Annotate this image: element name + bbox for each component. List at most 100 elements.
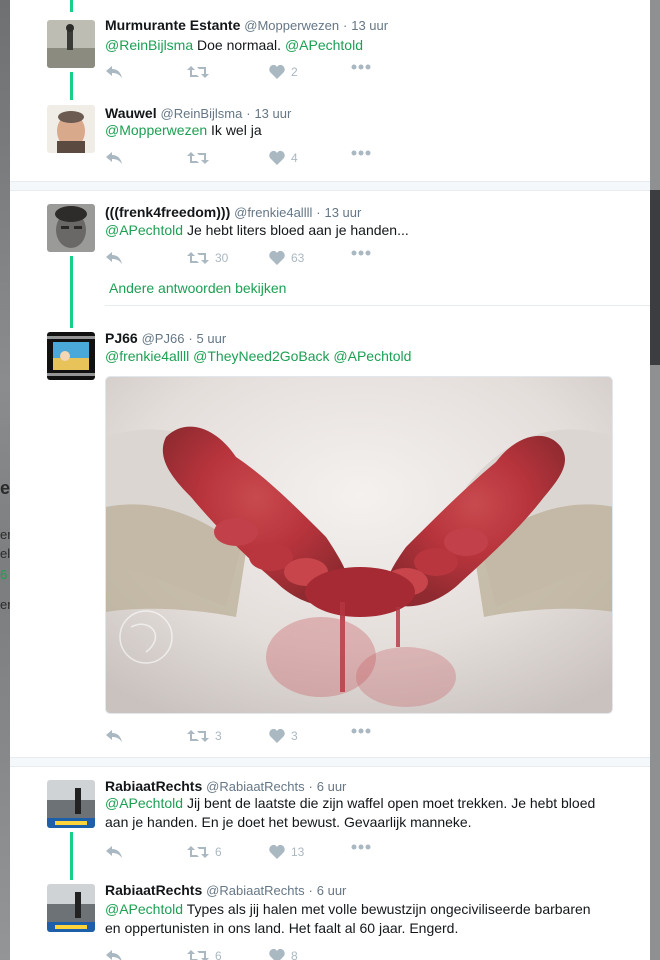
heart-icon <box>269 728 285 743</box>
tweet[interactable]: (((frenk4freedom))) @frenkie4allll · 13 … <box>10 192 650 328</box>
heart-icon <box>269 64 285 79</box>
mention-link[interactable]: @APechtold <box>105 795 183 811</box>
tweet[interactable]: Murmurante Estante @Mopperwezen · 13 uur… <box>10 0 650 100</box>
user-name[interactable]: (((frenk4freedom))) <box>105 204 230 220</box>
retweet-count: 6 <box>215 949 222 960</box>
tweet-text: @APechtold Types als jij halen met volle… <box>105 900 615 938</box>
view-more-replies-link[interactable]: Andere antwoorden bekijken <box>109 280 286 296</box>
tweet-time[interactable]: 13 uur <box>351 18 388 33</box>
retweet-button[interactable] <box>187 150 215 166</box>
reply-button[interactable] <box>105 948 123 960</box>
conversation-separator <box>10 757 650 767</box>
mention-link[interactable]: @APechtold <box>105 901 183 917</box>
like-button[interactable]: 63 <box>269 250 304 265</box>
tweet-actions: 6 8 <box>105 948 405 960</box>
tweet-time[interactable]: 5 uur <box>197 331 227 346</box>
retweet-button[interactable]: 6 <box>187 948 222 960</box>
retweet-icon <box>187 846 209 858</box>
tweet-time[interactable]: 13 uur <box>254 106 291 121</box>
mention-link[interactable]: @frenkie4allll <box>105 348 189 364</box>
tweet-media-image[interactable] <box>105 376 613 714</box>
user-name[interactable]: RabiaatRechts <box>105 778 202 794</box>
reply-button[interactable] <box>105 250 123 266</box>
avatar[interactable] <box>47 332 95 380</box>
more-icon <box>351 250 371 256</box>
mention-link[interactable]: @APechtold <box>285 37 363 53</box>
background-page-right <box>650 0 660 960</box>
reply-button[interactable] <box>105 64 123 80</box>
user-handle[interactable]: @RabiaatRechts <box>206 883 304 898</box>
tweet[interactable]: RabiaatRechts @RabiaatRechts · 6 uur @AP… <box>10 872 650 960</box>
more-button[interactable] <box>351 250 371 256</box>
like-count: 3 <box>291 728 298 743</box>
like-button[interactable]: 4 <box>269 150 298 165</box>
reply-icon <box>106 950 122 960</box>
mention-link[interactable]: @APechtold <box>105 222 183 238</box>
tweet[interactable]: PJ66 @PJ66 · 5 uur @frenkie4allll @TheyN… <box>10 306 650 756</box>
reply-button[interactable] <box>105 844 123 860</box>
time-separator: · <box>246 106 251 121</box>
tweet-body: Ik wel ja <box>211 122 262 138</box>
retweet-count: 6 <box>215 845 222 859</box>
more-icon <box>351 728 371 734</box>
tweet-time[interactable]: 13 uur <box>324 205 361 220</box>
tweet[interactable]: RabiaatRechts @RabiaatRechts · 6 uur @AP… <box>10 768 650 880</box>
more-button[interactable] <box>351 64 371 70</box>
avatar[interactable] <box>47 884 95 932</box>
reply-button[interactable] <box>105 728 123 744</box>
tweet-body: Types als jij halen met volle bewustzijn… <box>186 901 591 917</box>
retweet-button[interactable]: 30 <box>187 250 228 266</box>
user-name[interactable]: Wauwel <box>105 105 157 121</box>
reply-icon <box>106 152 122 164</box>
tweet-text: @Mopperwezen Ik wel ja <box>105 121 615 140</box>
reply-icon <box>106 846 122 858</box>
avatar[interactable] <box>47 204 95 252</box>
mention-link[interactable]: @TheyNeed2GoBack <box>193 348 329 364</box>
avatar[interactable] <box>47 780 95 828</box>
like-count: 4 <box>291 150 298 165</box>
like-button[interactable]: 8 <box>269 948 298 960</box>
background-fragment: erc <box>0 597 10 612</box>
retweet-icon <box>187 152 209 164</box>
like-count: 8 <box>291 948 298 960</box>
like-button[interactable]: 2 <box>269 64 298 79</box>
more-button[interactable] <box>351 844 371 850</box>
more-icon <box>351 844 371 850</box>
avatar[interactable] <box>47 20 95 68</box>
reply-button[interactable] <box>105 150 123 166</box>
like-button[interactable]: 3 <box>269 728 298 743</box>
time-separator: · <box>188 331 193 346</box>
user-name[interactable]: RabiaatRechts <box>105 882 202 898</box>
retweet-icon <box>187 252 209 264</box>
tweet-body: Jij bent de laatste die zijn waffel open… <box>186 795 596 811</box>
user-handle[interactable]: @RabiaatRechts <box>206 779 304 794</box>
user-handle[interactable]: @Mopperwezen <box>244 18 339 33</box>
retweet-button[interactable] <box>187 64 215 80</box>
tweet[interactable]: Wauwel @ReinBijlsma · 13 uur @Mopperweze… <box>10 96 650 180</box>
user-handle[interactable]: @ReinBijlsma <box>161 106 243 121</box>
conversation-panel: Murmurante Estante @Mopperwezen · 13 uur… <box>10 0 650 960</box>
user-handle[interactable]: @PJ66 <box>142 331 185 346</box>
tweet-body: aan je handen. En je doet het bewust. Ge… <box>105 814 472 830</box>
avatar[interactable] <box>47 105 95 153</box>
retweet-button[interactable]: 6 <box>187 844 222 860</box>
time-separator: · <box>316 205 321 220</box>
mention-link[interactable]: @ReinBijlsma <box>105 37 193 53</box>
heart-icon <box>269 250 285 265</box>
mention-link[interactable]: @APechtold <box>333 348 411 364</box>
more-button[interactable] <box>351 728 371 734</box>
user-name[interactable]: Murmurante Estante <box>105 17 240 33</box>
retweet-button[interactable]: 3 <box>187 728 222 744</box>
mention-link[interactable]: @Mopperwezen <box>105 122 207 138</box>
more-button[interactable] <box>351 150 371 156</box>
background-fragment: er <box>0 478 10 498</box>
tweet-time[interactable]: 6 uur <box>317 883 347 898</box>
tweet-time[interactable]: 6 uur <box>317 779 347 794</box>
tweet-text: @APechtold Je hebt liters bloed aan je h… <box>105 221 615 240</box>
background-fragment: el <box>0 546 10 561</box>
user-name[interactable]: PJ66 <box>105 330 138 346</box>
tweet-text: @frenkie4allll @TheyNeed2GoBack @APechto… <box>105 347 615 366</box>
like-button[interactable]: 13 <box>269 844 304 859</box>
retweet-icon <box>187 730 209 742</box>
user-handle[interactable]: @frenkie4allll <box>234 205 312 220</box>
